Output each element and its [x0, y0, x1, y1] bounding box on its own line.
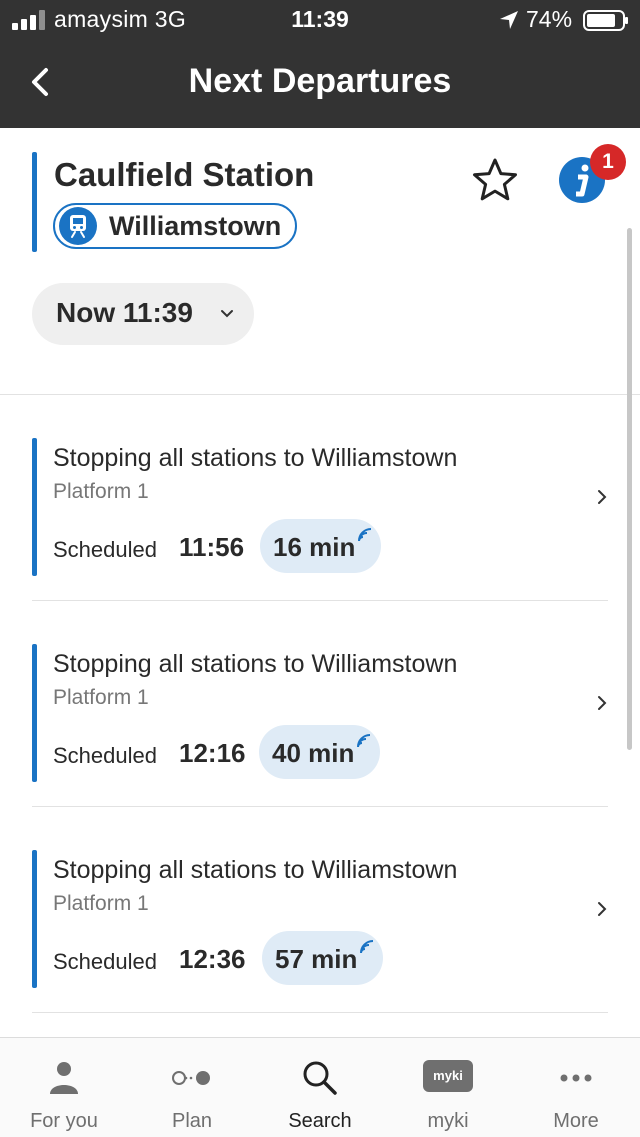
scrollbar[interactable] [627, 228, 632, 750]
departure-time: 12:16 [179, 738, 246, 768]
departure-row[interactable]: Stopping all stations to Williamstown Pl… [32, 806, 608, 1013]
battery-icon [583, 10, 628, 31]
station-name: Caulfield Station [54, 156, 315, 193]
favourite-star-icon[interactable] [470, 156, 520, 206]
search-icon [303, 1061, 337, 1095]
chevron-right-icon [598, 490, 607, 504]
departure-time-selector[interactable]: Now 11:39 [32, 283, 254, 345]
departure-description: Stopping all stations to Williamstown [53, 650, 458, 678]
tab-myki[interactable]: myki myki [384, 1038, 512, 1137]
departure-accent-bar [32, 850, 37, 988]
minutes-until: 57 min [275, 944, 358, 974]
myki-card-icon: myki [423, 1060, 473, 1092]
scheduled-label: Scheduled [53, 743, 157, 768]
train-icon [59, 207, 97, 245]
tab-plan[interactable]: Plan [128, 1038, 256, 1137]
departure-row[interactable]: Stopping all stations to Williamstown Pl… [32, 394, 608, 601]
realtime-signal-icon [358, 528, 372, 542]
tab-for-you[interactable]: For you [0, 1038, 128, 1137]
more-icon [560, 1074, 592, 1082]
location-arrow-icon [500, 11, 518, 29]
minutes-until-badge: 57 min [262, 931, 384, 985]
station-header: Caulfield Station 1 Williamstown Now 11:… [0, 128, 640, 395]
tab-label: myki [427, 1110, 469, 1132]
departure-platform: Platform 1 [53, 892, 149, 915]
departure-description: Stopping all stations to Williamstown [53, 856, 458, 884]
realtime-signal-icon [357, 734, 371, 748]
alert-count-badge: 1 [590, 144, 626, 180]
person-icon [50, 1062, 78, 1094]
departure-row[interactable]: Stopping all stations to Williamstown Pl… [32, 600, 608, 807]
time-filter-label: Now 11:39 [56, 297, 193, 328]
bottom-tab-bar: For you Plan Search myki myki More [0, 1037, 640, 1137]
tab-label: More [553, 1110, 599, 1132]
chevron-right-icon [598, 696, 607, 710]
route-name: Williamstown [109, 210, 282, 241]
departure-accent-bar [32, 438, 37, 576]
status-bar: amaysim 3G 11:39 74% [0, 0, 640, 42]
scheduled-label: Scheduled [53, 537, 157, 562]
minutes-until: 40 min [272, 738, 355, 768]
scheduled-label: Scheduled [53, 949, 157, 974]
station-accent-bar [32, 152, 37, 252]
minutes-until-badge: 16 min [260, 519, 382, 573]
tab-label: For you [30, 1110, 98, 1132]
tab-label: Plan [171, 1110, 213, 1132]
realtime-signal-icon [360, 940, 374, 954]
departure-platform: Platform 1 [53, 480, 149, 503]
departure-time: 11:56 [179, 532, 245, 562]
route-chip[interactable]: Williamstown [53, 203, 298, 249]
battery-percent: 74% [526, 6, 573, 32]
departure-time: 12:36 [179, 944, 246, 974]
chevron-down-icon [221, 310, 233, 318]
top-bar: amaysim 3G 11:39 74% Next Departures [0, 0, 640, 128]
departure-platform: Platform 1 [53, 686, 149, 709]
route-icon [172, 1071, 210, 1085]
departure-accent-bar [32, 644, 37, 782]
chevron-right-icon [598, 902, 607, 916]
page-title: Next Departures [188, 62, 452, 100]
minutes-until: 16 min [273, 532, 356, 562]
navigation-bar: Next Departures [0, 42, 640, 128]
tab-label: Search [288, 1110, 352, 1132]
minutes-until-badge: 40 min [259, 725, 381, 779]
tab-more[interactable]: More [512, 1038, 640, 1137]
tab-search[interactable]: Search [256, 1038, 384, 1137]
departure-description: Stopping all stations to Williamstown [53, 444, 458, 472]
